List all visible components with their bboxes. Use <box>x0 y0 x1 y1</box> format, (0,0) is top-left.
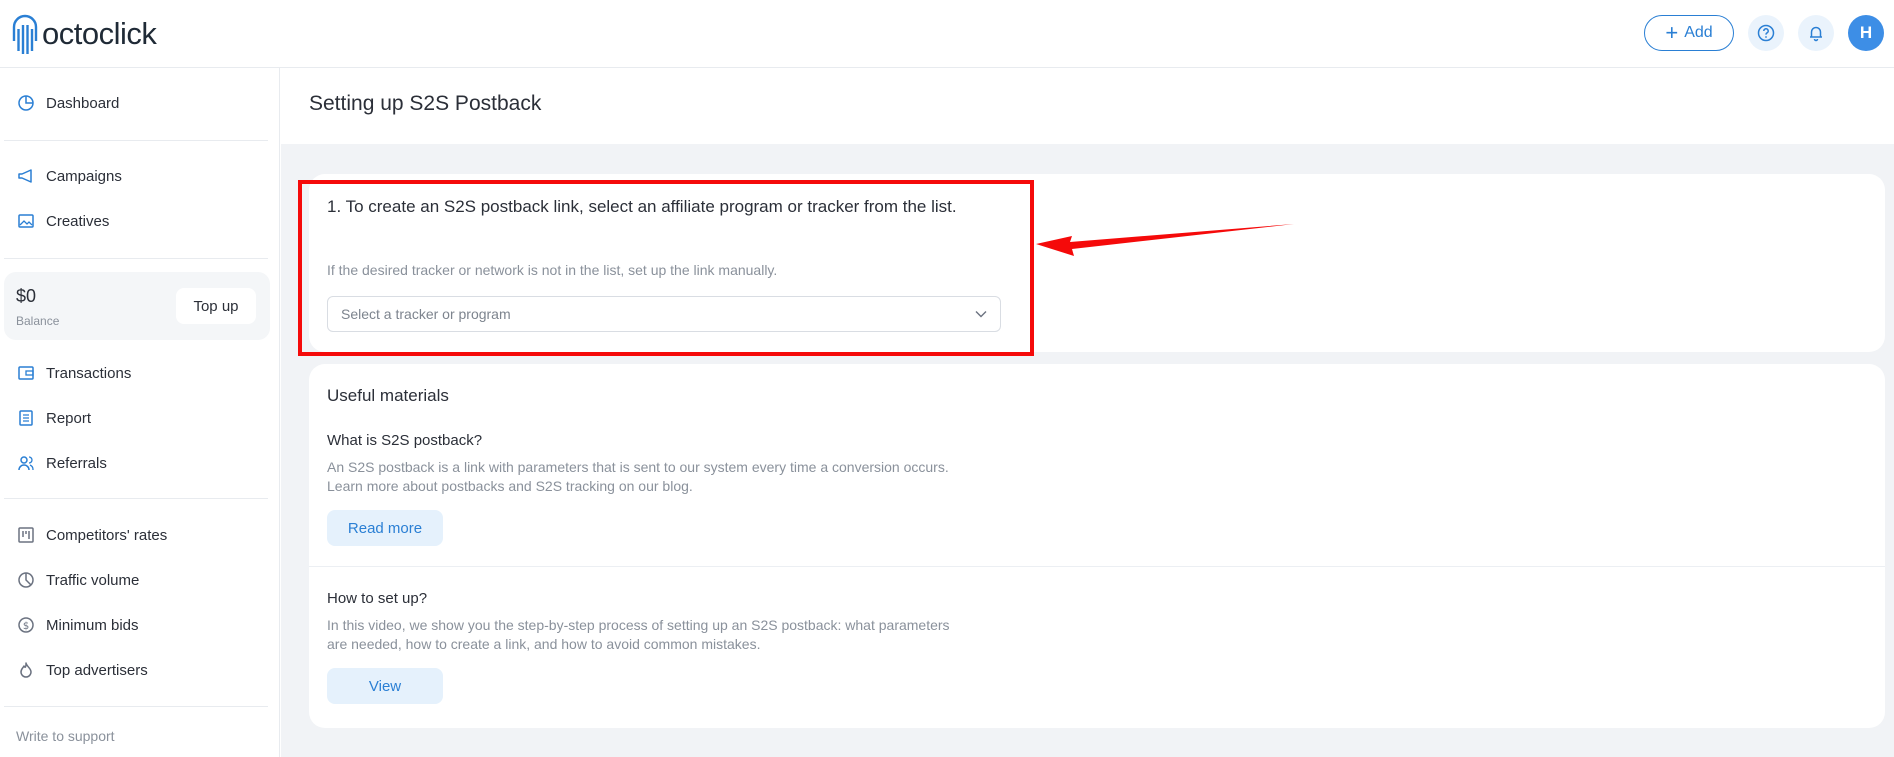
material-description-line: An S2S postback is a link with parameter… <box>327 459 949 475</box>
sidebar-item-transactions[interactable]: Transactions <box>16 358 131 388</box>
sidebar-item-label: Report <box>46 409 92 427</box>
top-header: octoclick + Add H <box>0 0 1894 68</box>
notifications-button[interactable] <box>1798 15 1834 51</box>
balance-label: Balance <box>16 314 60 328</box>
write-to-support-link[interactable]: Write to support <box>16 728 115 744</box>
view-button[interactable]: View <box>327 668 443 704</box>
sidebar-item-creatives[interactable]: Creatives <box>16 206 109 236</box>
megaphone-icon <box>16 166 36 186</box>
annotation-highlight-box <box>298 180 1034 356</box>
sidebar-item-label: Creatives <box>46 212 110 230</box>
sidebar-item-dashboard[interactable]: Dashboard <box>16 88 119 118</box>
sidebar-item-report[interactable]: Report <box>16 403 91 433</box>
balance-amount: $0 <box>16 286 37 306</box>
main-content: Setting up S2S Postback 1. To create an … <box>281 68 1894 757</box>
page-title: Setting up S2S Postback <box>309 92 542 115</box>
report-icon <box>16 408 36 428</box>
sidebar-divider <box>4 706 268 707</box>
read-more-button[interactable]: Read more <box>327 510 443 546</box>
octoclick-logo-icon <box>12 14 38 54</box>
sidebar-divider <box>4 258 268 259</box>
sidebar-item-label: Top advertisers <box>46 661 148 679</box>
balance-card: $0 Balance Top up <box>4 272 270 340</box>
sidebar-divider <box>4 140 268 141</box>
page-title-bar: Setting up S2S Postback <box>281 68 1894 144</box>
help-icon <box>1757 24 1775 42</box>
annotation-arrow-icon <box>1036 224 1294 256</box>
material-question: How to set up? <box>327 590 428 607</box>
pie-chart-icon <box>16 93 36 113</box>
bell-icon <box>1810 26 1822 42</box>
sidebar-item-label: Campaigns <box>46 167 122 185</box>
image-icon <box>16 211 36 231</box>
material-description-line: are needed, how to create a link, and ho… <box>327 636 761 652</box>
materials-divider <box>309 566 1885 567</box>
sidebar-item-competitors-rates[interactable]: Competitors' rates <box>16 520 167 550</box>
wallet-icon <box>16 363 36 383</box>
users-icon <box>16 453 36 473</box>
svg-text:$: $ <box>23 621 29 632</box>
sidebar-item-label: Competitors' rates <box>46 526 168 544</box>
add-button[interactable]: + Add <box>1644 15 1734 51</box>
materials-heading: Useful materials <box>327 386 449 405</box>
sidebar-divider <box>4 498 268 499</box>
sidebar-item-label: Dashboard <box>46 94 120 112</box>
user-avatar[interactable]: H <box>1848 15 1884 51</box>
sidebar-item-campaigns[interactable]: Campaigns <box>16 161 122 191</box>
help-button[interactable] <box>1748 15 1784 51</box>
sidebar-item-label: Minimum bids <box>46 616 139 634</box>
sidebar-item-label: Traffic volume <box>46 571 140 589</box>
add-button-label: Add <box>1684 24 1713 41</box>
sidebar-item-label: Referrals <box>46 454 107 472</box>
sidebar-item-minimum-bids[interactable]: $ Minimum bids <box>16 610 139 640</box>
useful-materials-card: Useful materials What is S2S postback? A… <box>309 364 1885 728</box>
sidebar-item-top-advertisers[interactable]: Top advertisers <box>16 655 148 685</box>
material-description-line: In this video, we show you the step-by-s… <box>327 617 950 633</box>
material-question: What is S2S postback? <box>327 432 483 449</box>
plus-icon: + <box>1665 20 1679 45</box>
header-actions: + Add H <box>1644 14 1884 52</box>
sidebar: Dashboard Campaigns Creatives $0 Balance… <box>0 68 280 757</box>
material-description-line: Learn more about postbacks and S2S track… <box>327 478 693 494</box>
sidebar-item-label: Transactions <box>46 364 132 382</box>
dollar-icon: $ <box>16 615 36 635</box>
logo-text: octoclick <box>42 16 157 51</box>
logo[interactable]: octoclick <box>10 12 157 56</box>
pie-icon <box>16 570 36 590</box>
sidebar-item-referrals[interactable]: Referrals <box>16 448 107 478</box>
bars-icon <box>16 525 36 545</box>
flame-icon <box>16 660 36 680</box>
sidebar-item-traffic-volume[interactable]: Traffic volume <box>16 565 139 595</box>
top-up-button[interactable]: Top up <box>176 288 256 324</box>
